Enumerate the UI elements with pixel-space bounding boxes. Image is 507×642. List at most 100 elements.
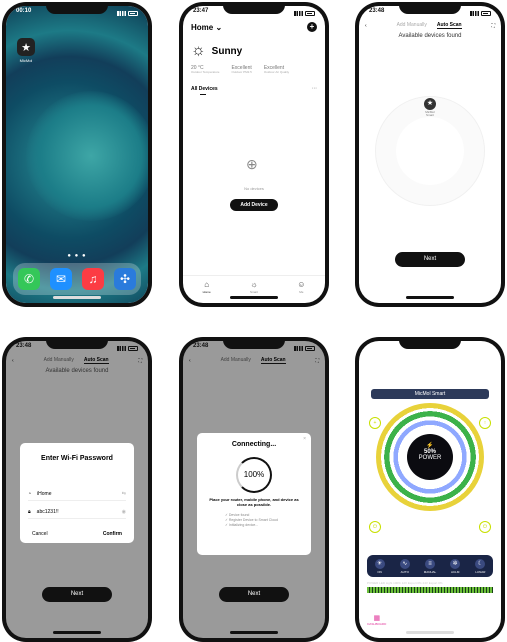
signal-icon — [117, 10, 126, 16]
step-item: ✓ Initializing device... — [225, 522, 259, 527]
menu-icon[interactable]: ☰ — [367, 361, 374, 370]
page-dots: ● ● ● — [67, 253, 87, 259]
mode-manual[interactable]: ≡ MANUAL — [420, 558, 440, 574]
tab-me[interactable]: ☺ Me — [286, 280, 316, 303]
phone-screen: 00:10 ★ MicMol ● ● ● ✆ ✉ ♫ ✣ — [6, 6, 148, 303]
dock: ✆ ✉ ♫ ✣ — [13, 263, 141, 295]
add-icon[interactable]: + — [307, 22, 317, 32]
bottom-right-control[interactable]: ⏻ — [479, 521, 491, 533]
more-icon[interactable]: ··· — [312, 86, 317, 92]
status-time: 00:10 — [16, 8, 32, 14]
tab-add-manually[interactable]: Add Manually — [44, 357, 74, 364]
qr-code-icon[interactable]: ⊞ — [486, 361, 493, 370]
scan-icon[interactable]: ⛶ — [491, 23, 495, 29]
signal-icon — [470, 345, 479, 351]
mode-aclm[interactable]: ✲ ACLM — [445, 558, 465, 574]
app-label: MicMol — [19, 58, 33, 63]
tab-auto-scan[interactable]: Auto Scan — [83, 357, 109, 364]
add-device-button[interactable]: Add Device — [230, 199, 278, 211]
tab-control[interactable]: ⫶ CONTROL — [397, 614, 427, 626]
home-header: Home ⌄ + — [191, 22, 317, 32]
next-button[interactable]: Next — [395, 252, 465, 267]
back-icon[interactable]: ‹ — [189, 358, 191, 364]
device-name-bar[interactable]: MicMol Smart — [371, 389, 489, 399]
mode-on[interactable]: ☀ ON — [370, 558, 390, 574]
found-device[interactable]: ★ MicMol Smart — [422, 98, 438, 118]
ssid-row[interactable]: ◔ iHome ⇆ — [28, 487, 126, 501]
music-icon[interactable]: ♫ — [82, 268, 104, 290]
smart-icon: ☼ — [250, 280, 258, 289]
tab-all-devices[interactable]: All Devices — [191, 86, 218, 92]
back-icon[interactable]: ‹ — [365, 23, 367, 29]
safari-icon[interactable]: ✣ — [114, 268, 136, 290]
notch — [399, 2, 461, 14]
mode-lunar[interactable]: ☾ LUNAR — [470, 558, 490, 574]
tools-icon: ✂ — [480, 615, 487, 622]
devices-title: DEVICES — [419, 381, 441, 387]
status-time: 23:48 — [369, 8, 385, 14]
battery-icon — [481, 345, 491, 351]
phone-screen: 23:49 ☰ ⊞ DEVICES MicMol Smart ⚡ 50% POW… — [359, 341, 501, 638]
expand-icon: ▣ — [444, 615, 452, 622]
tab-auto-scan[interactable]: Auto Scan — [436, 22, 462, 29]
top-right-control[interactable]: ↑ — [479, 417, 491, 429]
password-field[interactable]: abc1231!! — [37, 509, 59, 515]
status-time: 23:49 — [369, 343, 385, 349]
available-devices-text: Available devices found — [45, 368, 109, 374]
phone-screen: 23:48 ‹ Add Manually Auto Scan ⛶ Availabl… — [359, 6, 501, 303]
sliders-icon: ⫶ — [411, 614, 414, 621]
progress-ring: 100% — [236, 457, 272, 493]
next-button[interactable]: Next — [42, 587, 112, 602]
empty-device-icon: ⊕ — [246, 156, 258, 172]
eye-icon[interactable]: ◉ — [122, 509, 126, 515]
connecting-title: Connecting... — [231, 441, 277, 448]
wifi-icon: ◔ — [28, 490, 32, 497]
moon-icon: ☾ — [475, 558, 486, 569]
battery-icon — [481, 10, 491, 16]
signal-icon — [294, 10, 303, 16]
tab-add-manually[interactable]: Add Manually — [397, 22, 427, 29]
connection-steps: ✓ Device found ✓ Register Device to Smar… — [225, 513, 278, 528]
back-icon[interactable]: ‹ — [12, 358, 14, 364]
battery-icon — [128, 345, 138, 351]
phone-home-screen: 00:10 ★ MicMol ● ● ● ✆ ✉ ♫ ✣ — [2, 2, 152, 307]
status-time: 23:48 — [193, 343, 209, 349]
stat-air-quality: Excellent Outdoor Air Quality — [263, 65, 290, 74]
battery-icon — [128, 10, 138, 16]
tab-settings[interactable]: ✂ SETTINGS — [468, 614, 498, 626]
phone-icon[interactable]: ✆ — [18, 268, 40, 290]
home-indicator — [53, 296, 101, 299]
scan-header: ‹ Add Manually Auto Scan ⛶ — [12, 357, 142, 364]
phone-auto-scan: 23:48 ‹ Add Manually Auto Scan ⛶ Availabl… — [355, 2, 505, 307]
weather-text: Sunny — [211, 45, 243, 57]
dialog-title: Enter Wi-Fi Password — [41, 455, 113, 462]
connecting-message: Place your router, mobile phone, and dev… — [209, 497, 299, 507]
top-left-control[interactable]: + — [369, 417, 381, 429]
phone-connecting: 23:48 ‹ Add Manually Auto Scan ⛶ × Connec… — [179, 337, 329, 642]
phone-screen: 23:47 Home ⌄ + ☼ Sunny 20 °C Outdoor Temp… — [183, 6, 325, 303]
tab-expands[interactable]: ▣ EXPANDS — [433, 614, 463, 626]
cancel-button[interactable]: Cancel — [32, 531, 48, 537]
micmol-app-icon[interactable]: ★ — [17, 38, 35, 56]
tab-home[interactable]: ⌂ Home — [192, 280, 222, 303]
signal-icon — [294, 345, 303, 351]
confirm-button[interactable]: Confirm — [103, 531, 122, 537]
scan-icon[interactable]: ⛶ — [138, 358, 142, 364]
tab-smart[interactable]: ☼ Smart — [239, 280, 269, 303]
tab-auto-scan[interactable]: Auto Scan — [260, 357, 286, 364]
password-row[interactable]: 🔒︎ abc1231!! ◉ — [28, 505, 126, 519]
next-button[interactable]: Next — [219, 587, 289, 602]
chevron-down-icon: ⌄ — [215, 22, 223, 32]
status-time: 23:48 — [16, 343, 32, 349]
power-rings: ⚡ 50% POWER — [376, 403, 484, 511]
bottom-left-control[interactable]: ⏻ — [369, 521, 381, 533]
switch-network-icon[interactable]: ⇆ — [122, 491, 126, 497]
tab-dashboard[interactable]: ▦ DASHBOARD — [362, 614, 392, 626]
scan-icon[interactable]: ⛶ — [315, 358, 319, 364]
battery-icon — [305, 345, 315, 351]
home-selector[interactable]: Home ⌄ — [191, 23, 222, 32]
mail-icon[interactable]: ✉ — [50, 268, 72, 290]
tab-add-manually[interactable]: Add Manually — [221, 357, 251, 364]
mode-auto[interactable]: ∿ AUTO — [395, 558, 415, 574]
phone-wifi-dialog: 23:48 ‹ Add Manually Auto Scan ⛶ Availabl… — [2, 337, 152, 642]
